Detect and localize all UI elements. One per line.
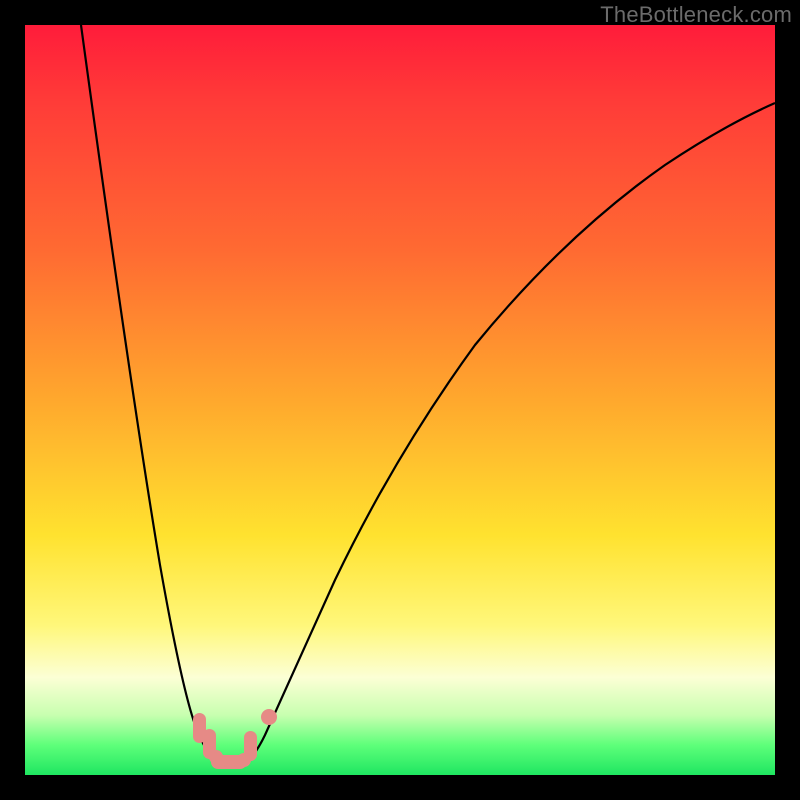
curve-right	[240, 103, 775, 767]
curve-left	[81, 25, 214, 760]
plot-area	[25, 25, 775, 775]
curve-svg	[25, 25, 775, 775]
chart-frame: TheBottleneck.com	[0, 0, 800, 800]
marker-dot-right-outlier	[261, 709, 277, 725]
marker-valley-dot-a	[209, 750, 223, 764]
marker-pill-right-a	[244, 731, 257, 761]
